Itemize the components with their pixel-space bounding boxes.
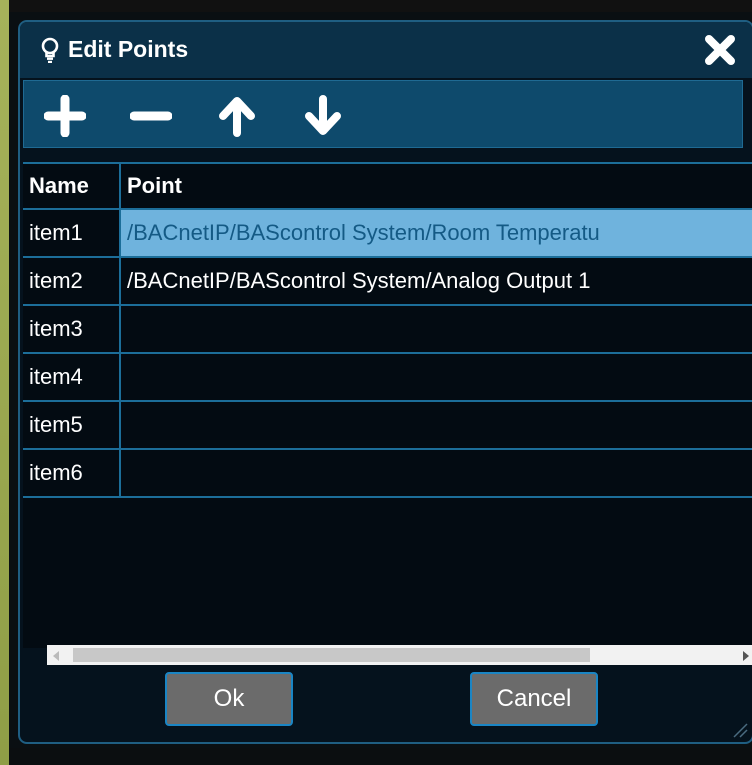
table-row[interactable]: item5 (23, 401, 752, 450)
close-icon[interactable] (704, 34, 736, 66)
scrollbar-thumb[interactable] (73, 648, 590, 662)
row-point-cell[interactable] (120, 305, 752, 354)
table-row[interactable]: item4 (23, 353, 752, 402)
row-name-cell[interactable]: item5 (23, 401, 121, 450)
arrow-down-icon[interactable] (302, 95, 344, 137)
horizontal-scrollbar[interactable] (47, 645, 752, 665)
background-panel-strip (0, 0, 9, 765)
edit-points-dialog: Edit Points Name Point item1 /BACnetIP/B… (18, 20, 752, 744)
resize-grip-icon[interactable] (730, 720, 748, 738)
row-point-cell[interactable] (120, 401, 752, 450)
table-row[interactable]: item3 (23, 305, 752, 354)
dialog-title: Edit Points (68, 36, 189, 62)
minus-icon[interactable] (130, 95, 172, 137)
table-row[interactable]: item1 /BACnetIP/BAScontrol System/Room T… (23, 209, 752, 258)
cancel-button[interactable]: Cancel (470, 672, 598, 726)
row-point-cell[interactable] (120, 449, 752, 498)
row-point-cell[interactable]: /BACnetIP/BAScontrol System/Analog Outpu… (120, 257, 752, 306)
table-row[interactable]: item6 (23, 449, 752, 498)
row-name-cell[interactable]: item1 (23, 209, 121, 258)
background-bottom (9, 748, 752, 765)
column-header-point[interactable]: Point (120, 164, 752, 210)
background-top (9, 0, 752, 12)
row-point-cell[interactable] (120, 353, 752, 402)
scroll-left-arrow-icon[interactable] (53, 651, 59, 661)
points-grid: Name Point item1 /BACnetIP/BAScontrol Sy… (23, 162, 752, 648)
toolbar (23, 80, 743, 148)
table-row[interactable]: item2 /BACnetIP/BAScontrol System/Analog… (23, 257, 752, 306)
row-name-cell[interactable]: item2 (23, 257, 121, 306)
dialog-titlebar[interactable]: Edit Points (20, 22, 752, 78)
row-name-cell[interactable]: item4 (23, 353, 121, 402)
scroll-right-arrow-icon[interactable] (743, 651, 749, 661)
row-name-cell[interactable]: item6 (23, 449, 121, 498)
points-table: Name Point item1 /BACnetIP/BAScontrol Sy… (23, 164, 752, 498)
row-name-cell[interactable]: item3 (23, 305, 121, 354)
arrow-up-icon[interactable] (216, 95, 258, 137)
plus-icon[interactable] (44, 95, 86, 137)
lightbulb-icon (41, 37, 59, 63)
table-header-row: Name Point (23, 164, 752, 210)
row-point-cell[interactable]: /BACnetIP/BAScontrol System/Room Tempera… (120, 209, 752, 258)
column-header-name[interactable]: Name (23, 164, 121, 210)
ok-button[interactable]: Ok (165, 672, 293, 726)
